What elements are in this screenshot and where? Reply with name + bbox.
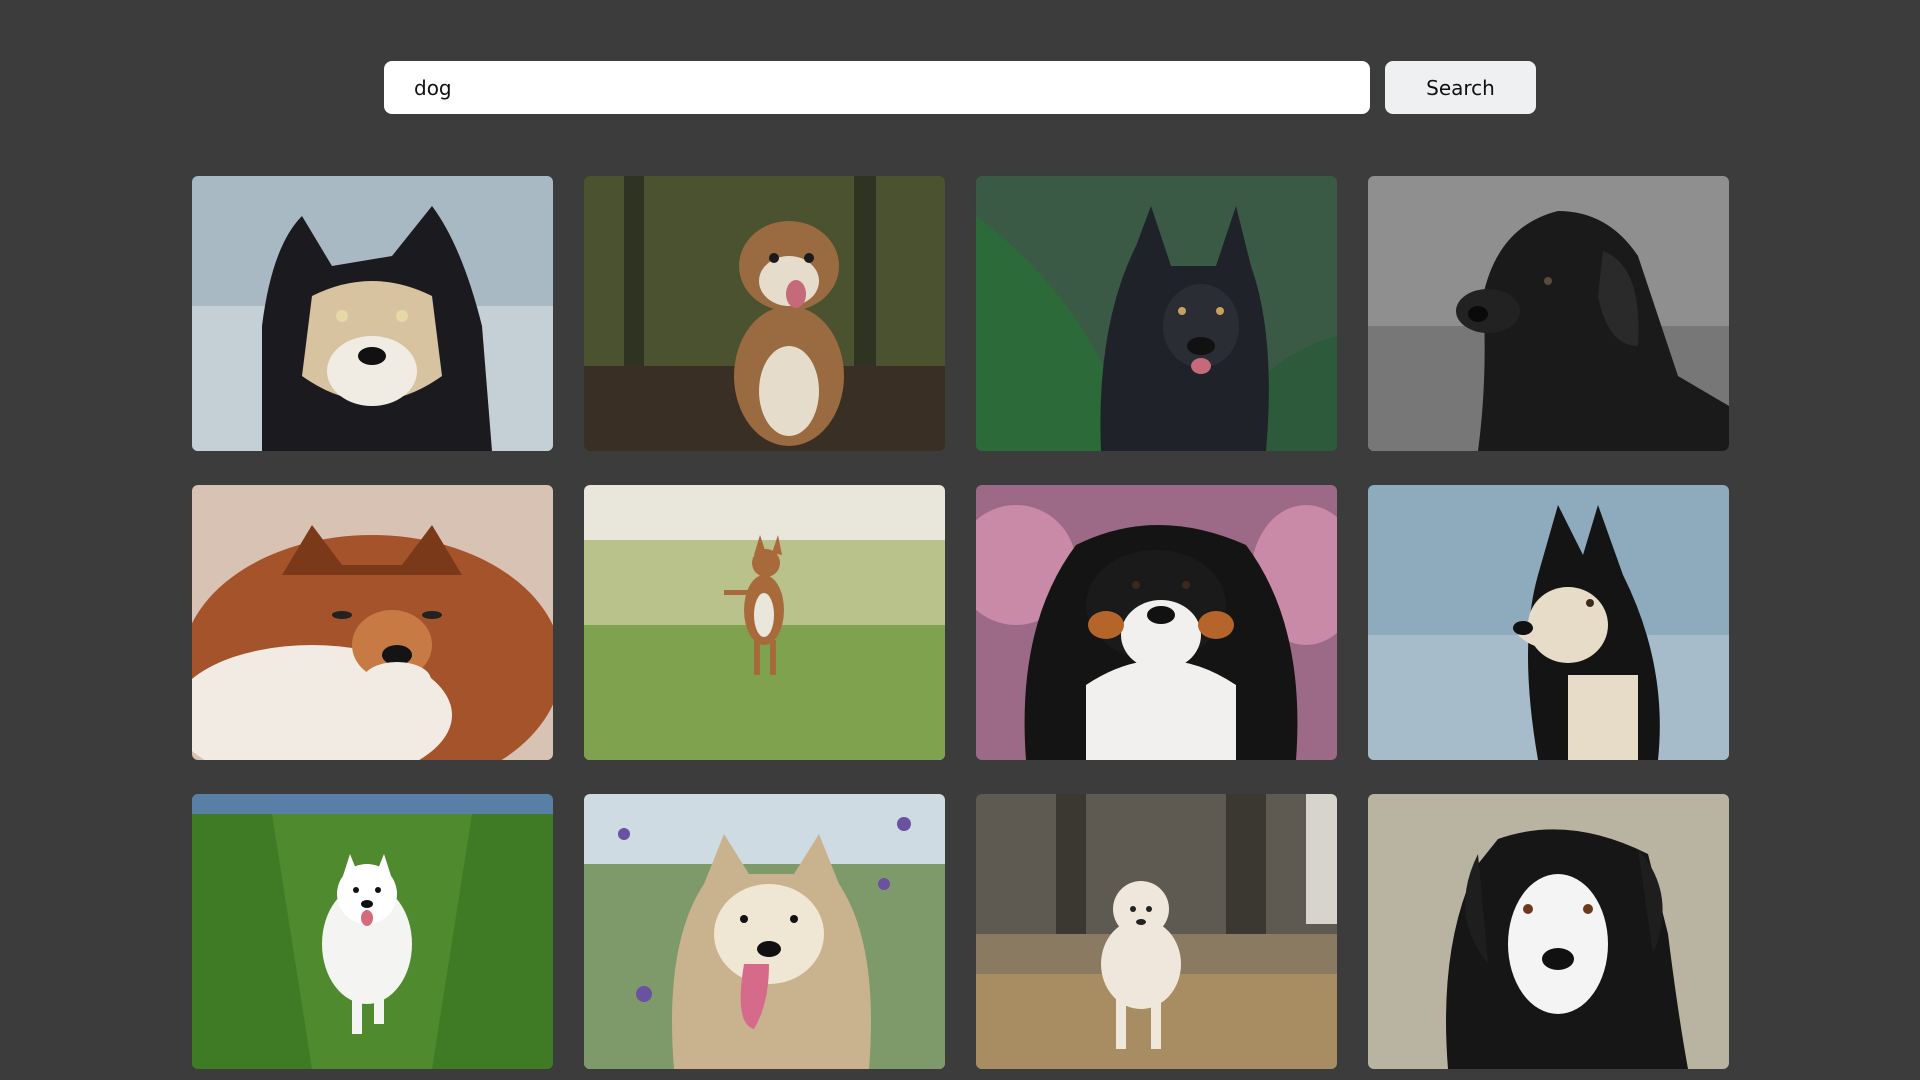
husky-puppy-photo bbox=[1368, 485, 1729, 760]
image-result-white-poodle[interactable] bbox=[976, 794, 1337, 1069]
labrador-photo bbox=[1368, 176, 1729, 451]
image-result-husky-black-tan-face[interactable] bbox=[192, 176, 553, 451]
image-result-akita[interactable] bbox=[976, 176, 1337, 451]
image-result-samoyed[interactable] bbox=[192, 794, 553, 1069]
poodle-photo bbox=[976, 794, 1337, 1069]
image-result-eurasier[interactable] bbox=[584, 794, 945, 1069]
image-result-english-bulldog[interactable] bbox=[584, 176, 945, 451]
image-result-sheltie[interactable] bbox=[192, 485, 553, 760]
image-result-husky-puppy[interactable] bbox=[1368, 485, 1729, 760]
image-result-bernese-mountain-dog[interactable] bbox=[976, 485, 1337, 760]
sheltie-photo bbox=[192, 485, 553, 760]
black-white-dog-photo bbox=[1368, 794, 1729, 1069]
image-result-basenji[interactable] bbox=[584, 485, 945, 760]
bulldog-photo bbox=[584, 176, 945, 451]
akita-photo bbox=[976, 176, 1337, 451]
image-results-grid bbox=[192, 176, 1729, 1069]
husky-photo bbox=[192, 176, 553, 451]
samoyed-photo bbox=[192, 794, 553, 1069]
image-result-black-labrador[interactable] bbox=[1368, 176, 1729, 451]
bernese-photo bbox=[976, 485, 1337, 760]
search-bar: Search bbox=[384, 61, 1536, 114]
basenji-photo bbox=[584, 485, 945, 760]
eurasier-photo bbox=[584, 794, 945, 1069]
image-result-black-white-dog[interactable] bbox=[1368, 794, 1729, 1069]
search-button[interactable]: Search bbox=[1385, 61, 1536, 114]
search-input[interactable] bbox=[384, 61, 1370, 114]
